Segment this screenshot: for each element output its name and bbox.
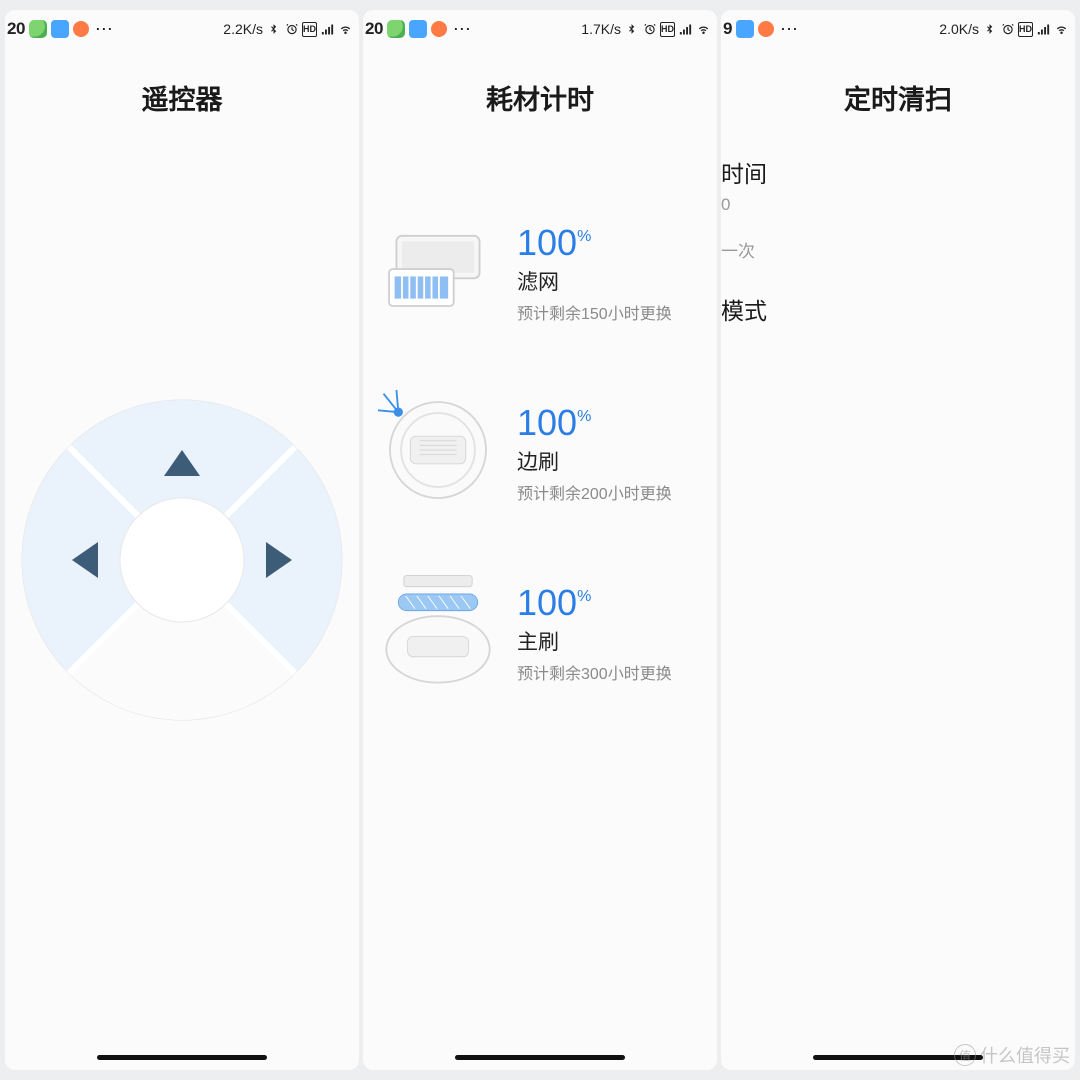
side-brush-icon [373,385,503,515]
screen-schedule: 9 ⋯ 2.0K/s HD 定时清扫 时间 0 一次 [721,10,1075,1070]
schedule-row-mode[interactable]: 模式 [721,292,1055,326]
bluetooth-icon [266,22,281,37]
watermark-text: 什么值得买 [980,1042,1070,1068]
consumable-main-brush[interactable]: 100% 主刷 预计剩余300小时更换 [373,540,717,720]
filter-icon [373,205,503,335]
row-label: 时间 [721,155,1055,189]
side-sub: 预计剩余200小时更换 [517,480,717,504]
cloud-icon [409,20,427,38]
alarm-icon [284,22,299,37]
network-speed: 2.2K/s [223,21,263,37]
status-bar: 9 ⋯ 2.0K/s HD [721,10,1075,48]
wifi-icon [696,22,711,37]
home-indicator[interactable] [97,1055,267,1060]
wifi-icon [338,22,353,37]
main-sub: 预计剩余300小时更换 [517,660,717,684]
watermark: 值 什么值得买 [954,1042,1070,1068]
hd-icon: HD [660,22,675,37]
status-time: 20 [365,19,383,39]
main-pct: 100 [517,582,577,623]
bluetooth-icon [624,22,639,37]
wifi-icon [1054,22,1069,37]
home-indicator[interactable] [455,1055,625,1060]
schedule-row-time[interactable]: 时间 0 [721,155,1055,215]
side-name: 边刷 [517,446,717,476]
page-title: 耗材计时 [363,78,717,117]
network-speed: 1.7K/s [581,21,621,37]
hd-icon: HD [1018,22,1033,37]
status-time: 20 [7,19,25,39]
main-name: 主刷 [517,626,717,656]
signal-icon [1036,22,1051,37]
signal-icon [320,22,335,37]
app-icon [758,21,774,37]
status-bar: 20 ⋯ 1.7K/s HD [363,10,717,48]
page-title: 遥控器 [5,78,359,117]
screen-remote: 20 ⋯ 2.2K/s HD [5,10,359,1070]
app-icon [431,21,447,37]
more-icon: ⋯ [453,19,472,40]
wechat-icon [387,20,405,38]
cloud-icon [51,20,69,38]
cloud-icon [736,20,754,38]
row-value: 0 [721,195,1055,215]
status-time: 9 [723,19,732,39]
main-brush-icon [373,565,503,695]
consumable-filter[interactable]: 100% 滤网 预计剩余150小时更换 [373,180,717,360]
watermark-icon: 值 [954,1044,976,1066]
alarm-icon [1000,22,1015,37]
alarm-icon [642,22,657,37]
row-label: 模式 [721,292,1055,326]
remote-dpad [5,380,359,740]
consumable-side-brush[interactable]: 100% 边刷 预计剩余200小时更换 [373,360,717,540]
bluetooth-icon [982,22,997,37]
more-icon: ⋯ [95,19,114,40]
schedule-row-repeat[interactable]: 一次 [721,237,1055,262]
network-speed: 2.0K/s [939,21,979,37]
side-pct: 100 [517,402,577,443]
wechat-icon [29,20,47,38]
more-icon: ⋯ [780,19,799,40]
row-value: 一次 [721,237,1055,262]
status-bar: 20 ⋯ 2.2K/s HD [5,10,359,48]
screen-consumables: 20 ⋯ 1.7K/s HD 耗材计时 [363,10,717,1070]
filter-pct: 100 [517,222,577,263]
page-title: 定时清扫 [721,78,1075,117]
filter-name: 滤网 [517,266,717,296]
hd-icon: HD [302,22,317,37]
signal-icon [678,22,693,37]
app-icon [73,21,89,37]
filter-sub: 预计剩余150小时更换 [517,300,717,324]
